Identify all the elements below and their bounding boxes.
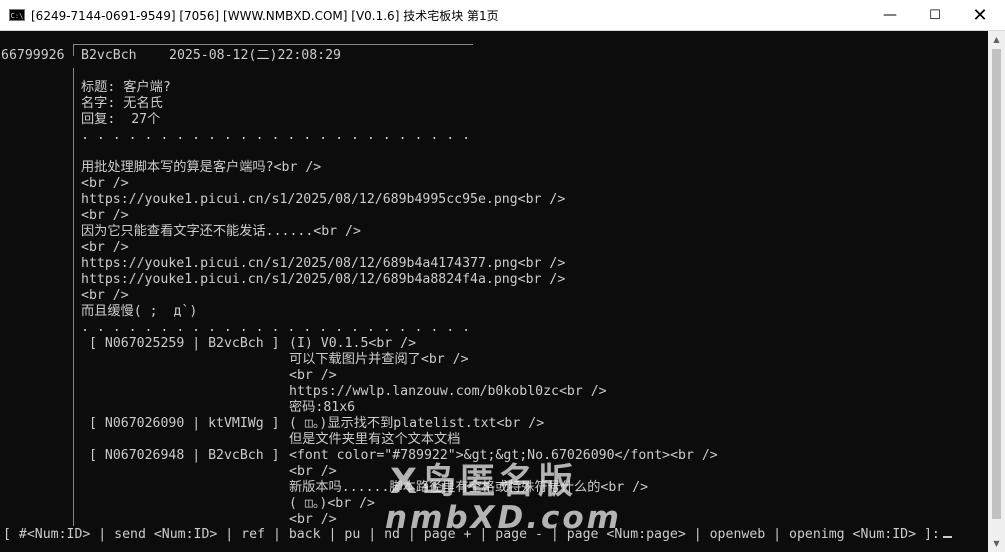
post-datetime: 2025-08-12(二)22:08:29 bbox=[169, 48, 341, 63]
vertical-scrollbar[interactable]: ▲ ▼ bbox=[988, 31, 1005, 552]
post-content-line: https://youke1.picui.cn/s1/2025/08/12/68… bbox=[81, 272, 566, 287]
command-prompt[interactable]: [ #<Num:ID> | send <Num:ID> | ref | back… bbox=[3, 527, 940, 543]
reply-line: (I) V0.1.5<br /> bbox=[289, 336, 417, 351]
post-content-line: https://youke1.picui.cn/s1/2025/08/12/68… bbox=[81, 192, 566, 207]
scroll-down-icon[interactable]: ▼ bbox=[988, 535, 1005, 552]
console-icon: C:\ bbox=[9, 9, 25, 21]
reply-line: <br /> bbox=[289, 368, 337, 383]
post-content-line: <br /> bbox=[81, 176, 129, 191]
post-dots: . . . . . . . . . . . . . . . . . . . . … bbox=[81, 320, 471, 335]
maximize-icon: ☐ bbox=[929, 8, 941, 23]
post-content-line: https://youke1.picui.cn/s1/2025/08/12/68… bbox=[81, 256, 566, 271]
scroll-thumb[interactable] bbox=[992, 49, 1001, 519]
minimize-button[interactable]: — bbox=[867, 0, 913, 31]
console-output[interactable]: 66799926 B2vcBch 2025-08-12(二)22:08:29 标… bbox=[0, 31, 988, 552]
reply-line: https://wwlp.lanzouw.com/b0kobl0zc<br /> bbox=[289, 384, 607, 399]
post-content-line: <br /> bbox=[81, 288, 129, 303]
close-button[interactable]: ✕ bbox=[957, 0, 1003, 31]
post-title: 标题: 客户端? bbox=[81, 80, 171, 95]
minimize-icon: — bbox=[883, 7, 897, 23]
text-cursor bbox=[943, 536, 952, 538]
reply-line: 但是文件夹里有这个文本文档 bbox=[289, 432, 461, 447]
post-reply-count: 回复: 27个 bbox=[81, 112, 161, 127]
reply-line: 新版本吗......脚本路径里有空格或特殊符号什么的<br /> bbox=[289, 480, 649, 495]
post-dots: . . . . . . . . . . . . . . . . . . . . … bbox=[81, 128, 471, 143]
post-content-line: <br /> bbox=[81, 240, 129, 255]
post-content-line: <br /> bbox=[81, 208, 129, 223]
reply-line: <font color="#789922">&gt;&gt;No.6702609… bbox=[289, 448, 718, 463]
separator-line bbox=[73, 44, 473, 45]
close-icon: ✕ bbox=[972, 5, 988, 26]
reply-header: [ N067026948 | B2vcBch ] bbox=[89, 448, 280, 463]
maximize-button[interactable]: ☐ bbox=[912, 0, 958, 31]
reply-line: ( ◫。)显示找不到platelist.txt<br /> bbox=[289, 416, 545, 431]
reply-line: 可以下载图片并查阅了<br /> bbox=[289, 352, 469, 367]
post-content-line: 用批处理脚本写的算是客户端吗?<br /> bbox=[81, 160, 322, 175]
reply-header: [ N067026090 | ktVMIWg ] bbox=[89, 416, 280, 431]
post-id: 66799926 bbox=[1, 48, 65, 63]
window-title: [6249-7144-0691-9549] [7056] [WWW.NMBXD.… bbox=[31, 9, 499, 23]
reply-header: [ N067025259 | B2vcBch ] bbox=[89, 336, 280, 351]
post-name: 名字: 无名氏 bbox=[81, 96, 163, 111]
divider-line bbox=[73, 44, 74, 56]
scroll-up-icon[interactable]: ▲ bbox=[988, 31, 1005, 48]
post-content-line: 而且缓慢( ; д`) bbox=[81, 304, 198, 319]
divider-line bbox=[73, 68, 74, 534]
title-bar: C:\ [6249-7144-0691-9549] [7056] [WWW.NM… bbox=[0, 0, 1005, 31]
post-content-line: 因为它只能查看文字还不能发话......<br /> bbox=[81, 224, 361, 239]
post-user: B2vcBch bbox=[81, 48, 137, 63]
reply-line: <br /> bbox=[289, 464, 337, 479]
reply-line: ( ◫。)<br /> bbox=[289, 496, 375, 511]
reply-line: 密码:81x6 bbox=[289, 400, 356, 415]
